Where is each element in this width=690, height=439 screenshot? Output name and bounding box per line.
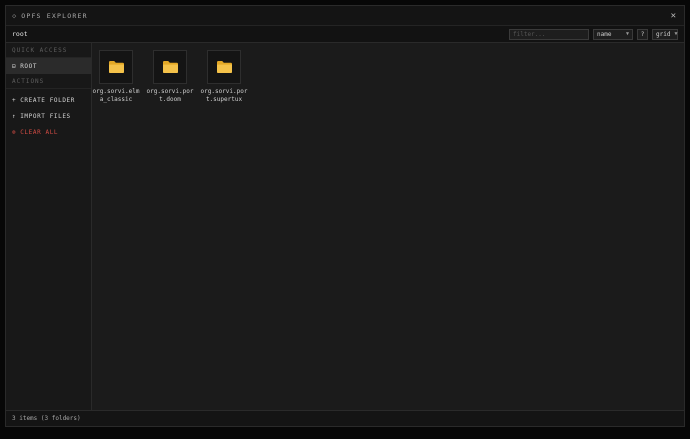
diamond-icon: ◇ <box>12 11 17 20</box>
sidebar-item-label: CREATE FOLDER <box>20 96 75 104</box>
create-folder-button[interactable]: + CREATE FOLDER <box>6 92 91 108</box>
clear-icon: ⊗ <box>12 128 17 136</box>
sidebar: QUICK ACCESS ⊟ ROOT ACTIONS + CREATE FOL… <box>6 43 92 410</box>
filter-input[interactable] <box>509 28 589 40</box>
toolbar-controls: name ▼ ? grid ▼ <box>509 28 678 40</box>
sort-select-value: name <box>597 30 612 38</box>
status-bar: 3 items (3 folders) <box>6 410 684 426</box>
folder-tile[interactable]: org.sorvi.port.supertux <box>201 50 247 104</box>
window-title: OPFS EXPLORER <box>21 11 88 20</box>
folder-name: org.sorvi.port.supertux <box>200 88 248 103</box>
folder-tile[interactable]: org.sorvi.elma_classic <box>93 50 139 104</box>
clear-all-button[interactable]: ⊗ CLEAR ALL <box>6 124 91 140</box>
current-path: root <box>12 30 28 38</box>
upload-icon: ↑ <box>12 112 17 120</box>
folder-thumbnail <box>99 50 133 84</box>
view-select[interactable]: grid ▼ <box>652 28 678 40</box>
title-bar: ◇ OPFS EXPLORER ✕ <box>6 6 684 26</box>
actions-heading: ACTIONS <box>6 74 91 89</box>
sidebar-item-root[interactable]: ⊟ ROOT <box>6 58 91 74</box>
sort-select[interactable]: name ▼ <box>593 28 633 40</box>
folder-name: org.sorvi.port.doom <box>146 88 194 103</box>
folder-icon <box>162 61 178 73</box>
help-button[interactable]: ? <box>637 28 648 40</box>
folder-icon <box>108 61 124 73</box>
file-grid: org.sorvi.elma_classic org.sorvi.port.do… <box>92 43 684 104</box>
file-grid-area: org.sorvi.elma_classic org.sorvi.port.do… <box>92 43 684 410</box>
import-files-button[interactable]: ↑ IMPORT FILES <box>6 108 91 124</box>
chevron-down-icon: ▼ <box>625 31 629 37</box>
sidebar-item-label: IMPORT FILES <box>20 112 71 120</box>
plus-icon: + <box>12 96 17 104</box>
folder-thumbnail <box>207 50 241 84</box>
status-text: 3 items (3 folders) <box>12 415 81 422</box>
folder-icon <box>216 61 232 73</box>
close-button[interactable]: ✕ <box>671 11 678 21</box>
view-select-value: grid <box>656 30 671 38</box>
folder-tile[interactable]: org.sorvi.port.doom <box>147 50 193 104</box>
folder-thumbnail <box>153 50 187 84</box>
chevron-down-icon: ▼ <box>674 31 678 37</box>
opfs-explorer-window: ◇ OPFS EXPLORER ✕ root name ▼ ? grid ▼ Q… <box>5 5 685 427</box>
path-toolbar: root name ▼ ? grid ▼ <box>6 26 684 43</box>
drive-icon: ⊟ <box>12 62 17 70</box>
sidebar-item-label: ROOT <box>20 62 38 70</box>
folder-name: org.sorvi.elma_classic <box>92 88 140 103</box>
quick-access-heading: QUICK ACCESS <box>6 43 91 58</box>
sidebar-item-label: CLEAR ALL <box>20 128 59 136</box>
